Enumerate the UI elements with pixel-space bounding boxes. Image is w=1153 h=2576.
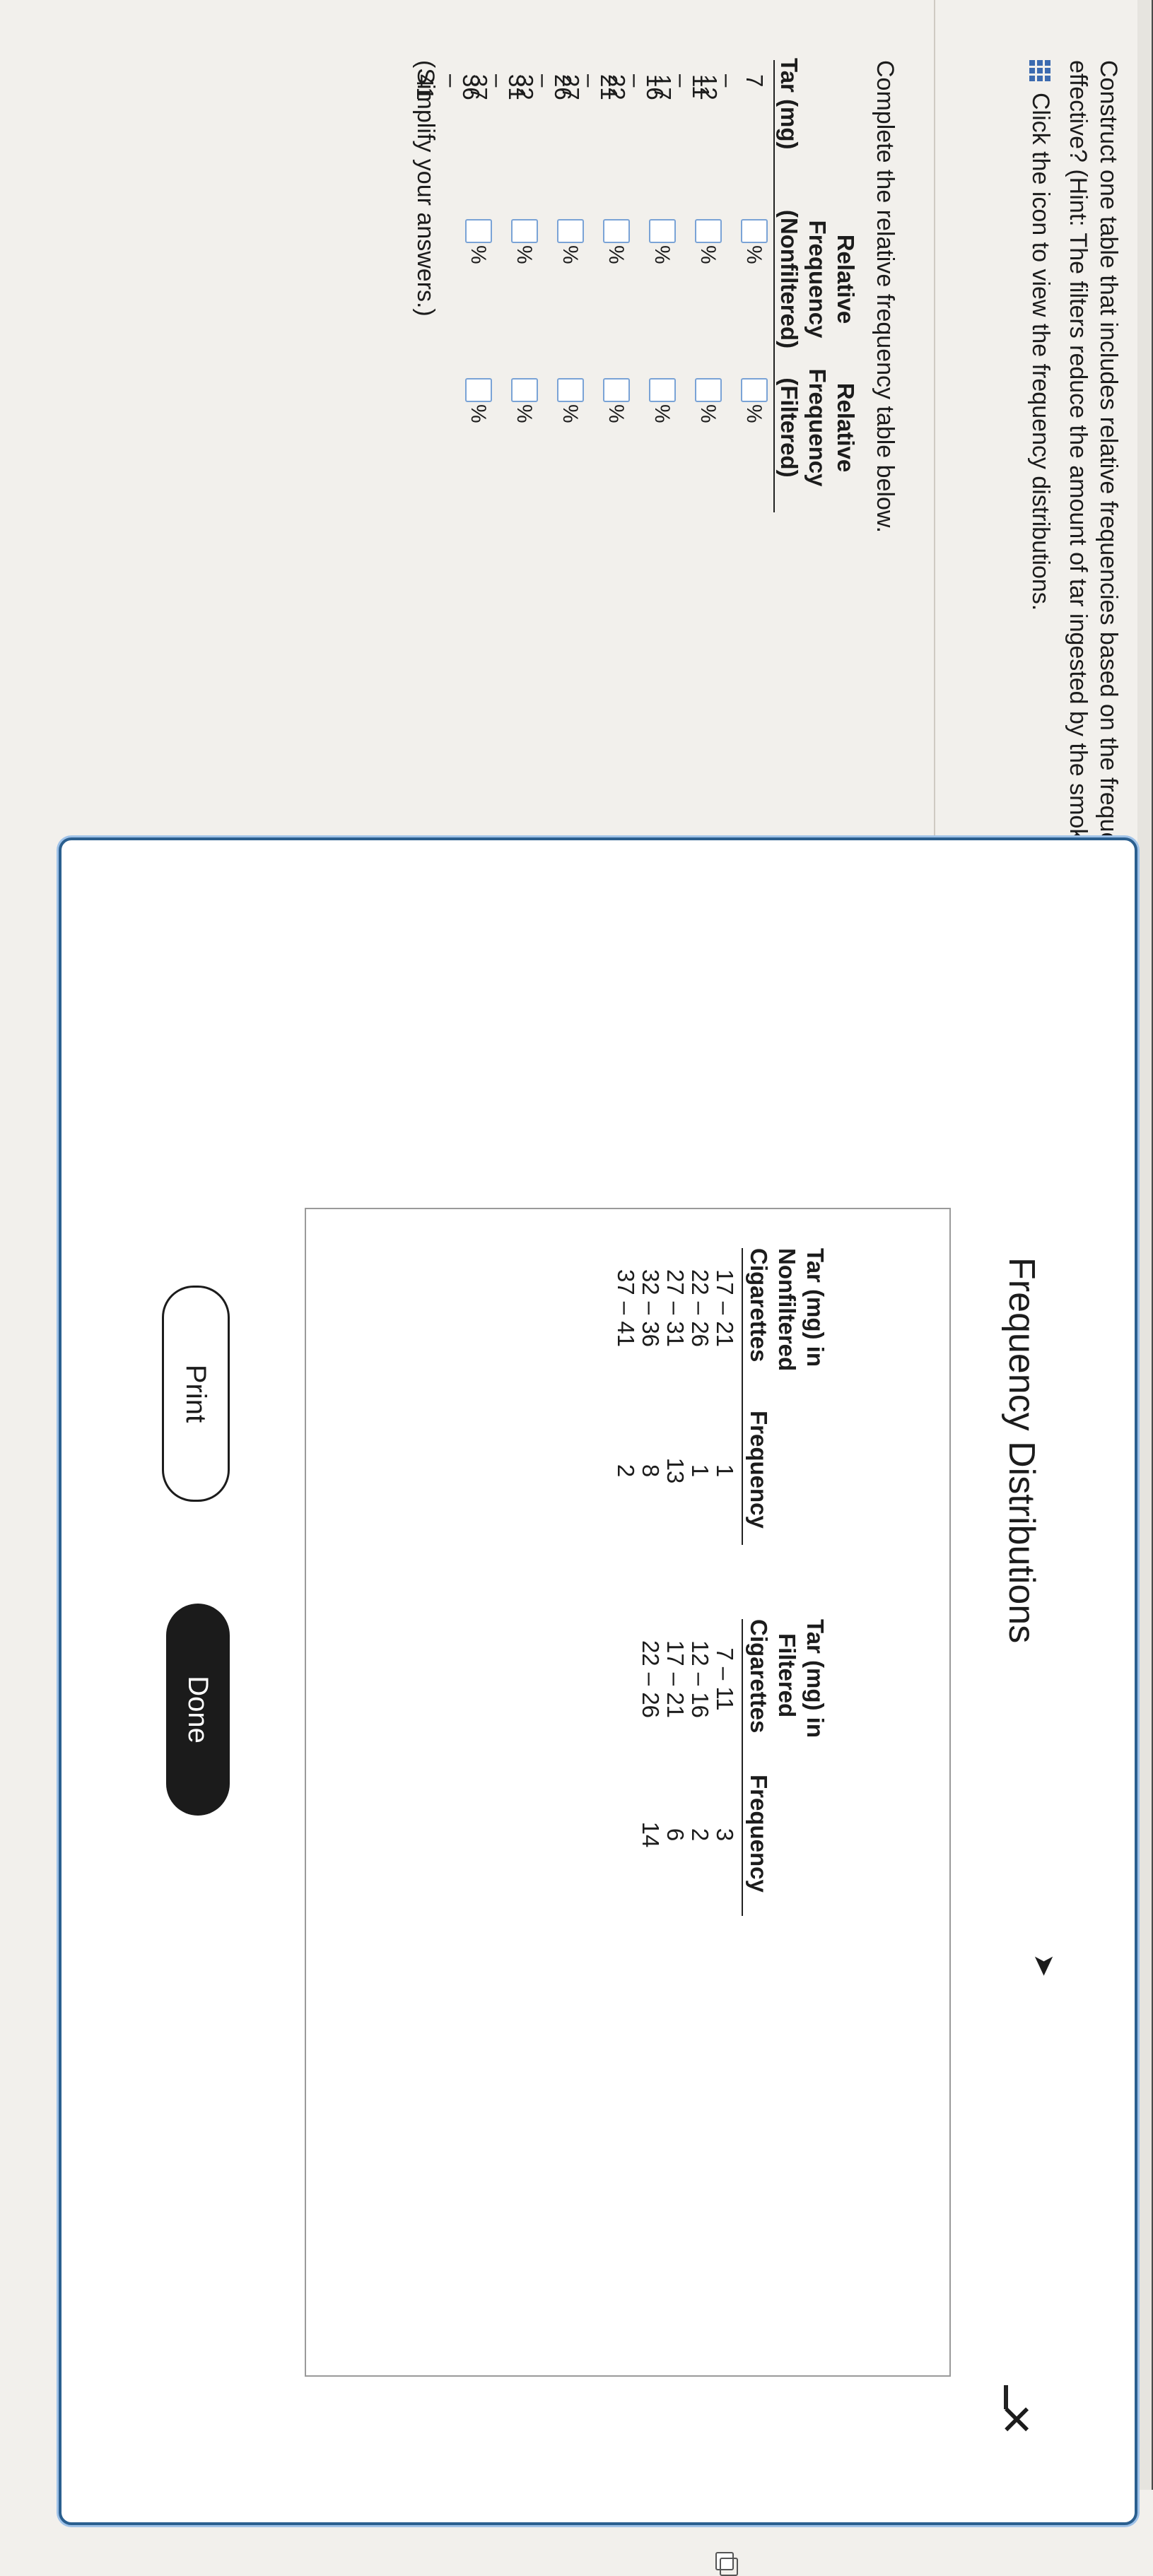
nonfiltered-header-1: Tar (mg) in xyxy=(802,1248,829,1368)
percent-sign: % xyxy=(558,245,582,264)
table-cell: 17 – 21 xyxy=(662,1640,689,1719)
dialog-title: Frequency Distributions xyxy=(1001,1257,1042,1644)
table-cell: 2 xyxy=(687,1828,713,1842)
table-cell: 13 xyxy=(662,1457,689,1484)
table-cell: 1 xyxy=(712,1464,738,1478)
filtered-input[interactable] xyxy=(465,378,492,402)
filtered-freq-header: Frequency xyxy=(746,1775,772,1893)
close-button[interactable]: ✕ xyxy=(993,2402,1038,2437)
filtered-header-3: Cigarettes xyxy=(746,1619,772,1734)
percent-sign: % xyxy=(650,245,674,264)
col-header-nonfiltered-2: Frequency xyxy=(804,220,831,339)
filtered-input[interactable] xyxy=(741,378,768,402)
col-header-nonfiltered-3: (Nonfiltered) xyxy=(776,209,802,349)
table-cell: 17 – 21 xyxy=(712,1269,738,1348)
filtered-input[interactable] xyxy=(649,378,676,402)
percent-sign: % xyxy=(467,404,490,423)
filtered-input[interactable] xyxy=(695,378,722,402)
filtered-input[interactable] xyxy=(557,378,584,402)
percent-sign: % xyxy=(742,245,766,264)
view-distributions-label: Click the icon to view the frequency dis… xyxy=(1027,93,1054,611)
percent-sign: % xyxy=(604,404,628,423)
percent-sign: % xyxy=(513,245,536,264)
print-button[interactable]: Print xyxy=(162,1286,230,1502)
nonfiltered-freq-header: Frequency xyxy=(746,1411,772,1529)
table-cell: 8 xyxy=(638,1464,664,1478)
view-distributions-link[interactable]: Click the icon to view the frequency dis… xyxy=(1026,60,1054,611)
percent-sign: % xyxy=(696,245,720,264)
frequency-distributions-dialog: Frequency Distributions ➤ ✕ Tar (mg) in … xyxy=(59,837,1137,2570)
nonfiltered-header-2: Nonfiltered xyxy=(774,1248,800,1372)
mouse-cursor-icon: ➤ xyxy=(1029,1953,1060,1977)
table-cell: 22 – 26 xyxy=(638,1640,664,1719)
top-band xyxy=(1137,0,1153,2490)
header-underline xyxy=(773,60,775,512)
percent-sign: % xyxy=(513,404,536,423)
copy-icon[interactable] xyxy=(715,2552,734,2570)
nonfiltered-input[interactable] xyxy=(741,219,768,243)
table-grid-icon[interactable] xyxy=(1029,60,1051,81)
percent-sign: % xyxy=(742,404,766,423)
distribution-tables: Tar (mg) in Nonfiltered Cigarettes Frequ… xyxy=(305,1208,951,2570)
nonfiltered-input[interactable] xyxy=(649,219,676,243)
nonfiltered-header-3: Cigarettes xyxy=(746,1248,772,1363)
percent-sign: % xyxy=(558,404,582,423)
table-instruction: Complete the relative frequency table be… xyxy=(872,60,899,534)
filtered-header-2: Filtered xyxy=(774,1633,800,1718)
done-button[interactable]: Done xyxy=(166,1604,230,1816)
screen: Construct one table that includes relati… xyxy=(0,0,1153,2570)
table-cell: 37 – 41 xyxy=(613,1269,639,1348)
col-header-nonfiltered-1: Relative xyxy=(833,234,859,324)
nonfiltered-input[interactable] xyxy=(603,219,630,243)
col-header-filtered-1: Relative xyxy=(833,382,859,473)
filtered-underline xyxy=(742,1619,743,1916)
filtered-header-1: Tar (mg) in xyxy=(802,1619,829,1739)
percent-sign: % xyxy=(650,404,674,423)
table-cell: 32 – 36 xyxy=(638,1269,664,1348)
table-cell: 3 xyxy=(712,1828,738,1842)
table-cell: 7 – 11 xyxy=(712,1647,738,1711)
percent-sign: % xyxy=(467,245,490,264)
table-cell: 27 – 31 xyxy=(662,1269,689,1348)
table-cell: 2 xyxy=(613,1464,639,1478)
filtered-input[interactable] xyxy=(603,378,630,402)
nonfiltered-input[interactable] xyxy=(465,219,492,243)
table-cell: 14 xyxy=(638,1821,664,1848)
simplify-note: (Simplify your answers.) xyxy=(412,60,439,317)
col-header-filtered-2: Frequency xyxy=(804,368,831,487)
nonfiltered-underline xyxy=(742,1248,743,1545)
nonfiltered-input[interactable] xyxy=(557,219,584,243)
col-header-filtered-3: (Filtered) xyxy=(776,377,802,478)
nonfiltered-input[interactable] xyxy=(695,219,722,243)
table-cell: 6 xyxy=(662,1828,689,1842)
table-cell: 12 – 16 xyxy=(687,1640,713,1719)
nonfiltered-input[interactable] xyxy=(511,219,538,243)
filtered-input[interactable] xyxy=(511,378,538,402)
col-header-tar: Tar (mg) xyxy=(776,58,802,150)
percent-sign: % xyxy=(604,245,628,264)
table-cell: 1 xyxy=(687,1464,713,1478)
table-cell: 22 – 26 xyxy=(687,1269,713,1348)
percent-sign: % xyxy=(696,404,720,423)
